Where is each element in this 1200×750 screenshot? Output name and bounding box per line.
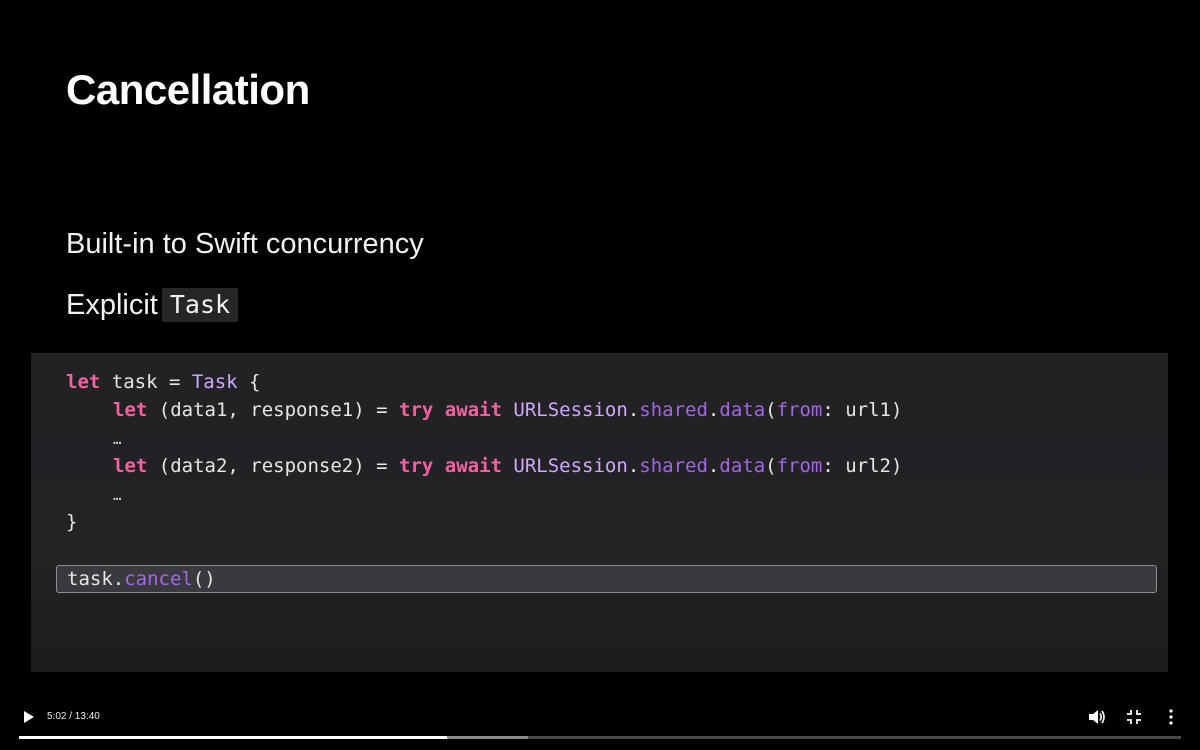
code-text: task = — [100, 371, 192, 393]
video-controls: 5:02 / 13:40 — [0, 700, 1200, 750]
slide: Cancellation Built-in to Swift concurren… — [0, 0, 1200, 700]
play-icon[interactable] — [24, 711, 34, 723]
more-vertical-icon[interactable] — [1165, 709, 1177, 725]
type-name: Task — [191, 371, 238, 393]
volume-icon[interactable] — [1088, 709, 1106, 725]
member: shared — [639, 455, 708, 477]
code-text: . — [627, 455, 640, 477]
type-name: URLSession — [501, 455, 628, 477]
time-display: 5:02 / 13:40 — [47, 711, 100, 722]
member: data — [719, 399, 766, 421]
code-text: . — [707, 455, 720, 477]
code-panel: let task = Task { let (data1, response1)… — [31, 353, 1168, 672]
code-line-4: let (data2, response2) = try await URLSe… — [113, 453, 902, 479]
code-text: : url2) — [822, 455, 903, 477]
code-text: (data1, response1) = — [147, 399, 399, 421]
member: data — [719, 455, 766, 477]
type-name: URLSession — [501, 399, 628, 421]
code-ellipsis: … — [113, 432, 122, 448]
code-text: . — [707, 399, 720, 421]
code-text: : url1) — [822, 399, 903, 421]
code-line-1: let task = Task { — [66, 369, 261, 395]
keyword: let — [113, 399, 148, 421]
bullet-explicit-task: Explicit Task — [66, 288, 239, 322]
code-text: . — [112, 568, 125, 590]
argument-label: from — [776, 399, 823, 421]
keyword: try — [399, 399, 434, 421]
keyword: let — [113, 455, 148, 477]
code-text: ( — [765, 455, 777, 477]
member: shared — [639, 399, 708, 421]
slide-title: Cancellation — [66, 66, 310, 113]
code-text: () — [192, 568, 216, 590]
member: cancel — [124, 568, 193, 590]
code-line-cancel: task.cancel() — [67, 566, 216, 592]
code-text: task — [67, 568, 113, 590]
code-text: (data2, response2) = — [147, 455, 399, 477]
bullet-text: Explicit — [66, 289, 158, 321]
inline-code-task: Task — [161, 288, 239, 322]
keyword: await — [444, 399, 502, 421]
bullet-text: Built-in to Swift concurrency — [66, 228, 424, 260]
code-line-2: let (data1, response1) = try await URLSe… — [113, 397, 902, 423]
keyword: await — [444, 455, 502, 477]
code-text: { — [237, 371, 261, 393]
bullet-builtin: Built-in to Swift concurrency — [66, 228, 424, 261]
code-line-6: } — [66, 511, 78, 533]
exit-fullscreen-icon[interactable] — [1127, 710, 1141, 724]
highlighted-code-line: task.cancel() — [56, 565, 1157, 593]
progress-played — [19, 736, 447, 739]
progress-bar[interactable] — [19, 736, 1181, 739]
argument-label: from — [776, 455, 823, 477]
code-text: ( — [765, 399, 777, 421]
code-ellipsis: … — [113, 488, 122, 504]
code-text: . — [627, 399, 640, 421]
keyword: try — [399, 455, 434, 477]
keyword: let — [66, 371, 101, 393]
